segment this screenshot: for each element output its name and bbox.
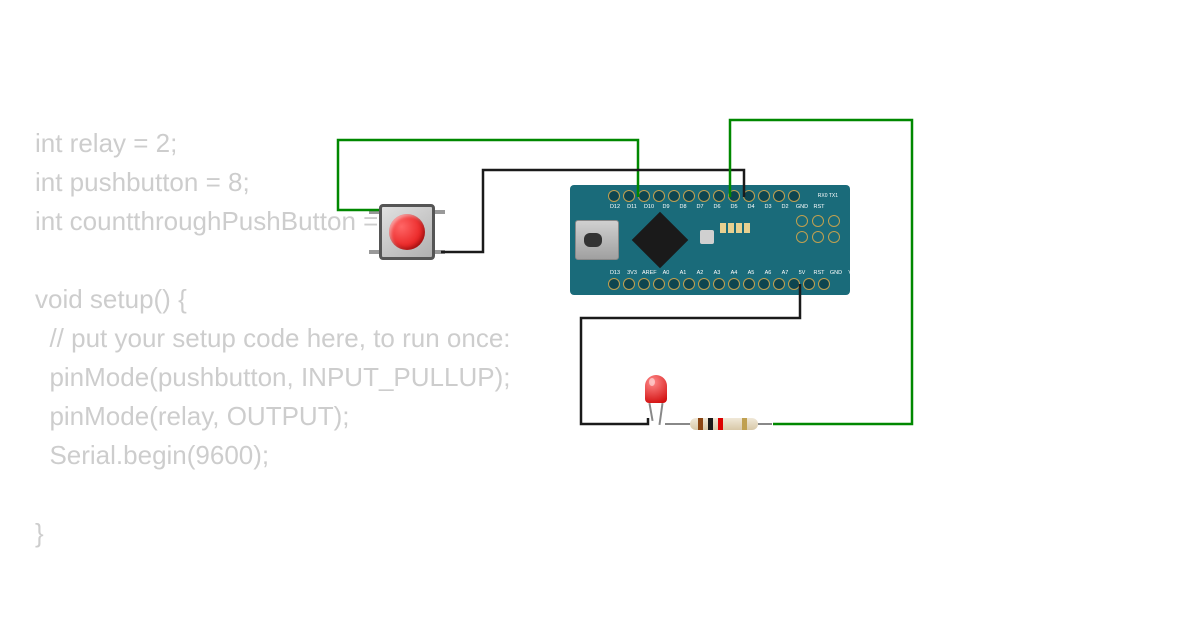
icsp-header [796,215,842,245]
resistor-band [718,418,723,430]
usb-connector [575,220,619,260]
resistor-band [742,418,747,430]
resistor-lead [676,423,690,425]
resistor-body [690,418,758,430]
pushbutton-cap [389,214,425,250]
pushbutton-leg [435,210,445,214]
led-cathode [648,403,653,421]
pushbutton-component[interactable] [375,200,439,264]
pin-header-bottom [608,278,830,290]
pushbutton-leg [369,210,379,214]
wire-black-led [581,284,800,424]
pin-labels-top: D12 D11 D10 D9 D8 D7 D6 D5 D4 D3 D2 GND … [608,204,826,210]
resistor-band [698,418,703,430]
wire-layer [0,0,1200,630]
resistor-component[interactable] [690,418,758,430]
microcontroller-chip [632,212,689,269]
led-anode [658,403,663,425]
pin-labels-bottom: D13 3V3 AREF A0 A1 A2 A3 A4 A5 A6 A7 5V … [608,270,860,276]
arduino-nano-board[interactable]: D12 D11 D10 D9 D8 D7 D6 D5 D4 D3 D2 GND … [570,185,850,295]
smd-components [720,223,750,233]
resistor-band [708,418,713,430]
pushbutton-leg [369,250,379,254]
reset-button [700,230,714,244]
pushbutton-leg [435,250,445,254]
serial-labels: RX0 TX1 [818,193,838,199]
led-bulb [645,375,667,403]
pin-header-top [608,190,800,202]
led-component[interactable] [645,375,667,403]
resistor-lead [758,423,772,425]
circuit-diagram: D12 D11 D10 D9 D8 D7 D6 D5 D4 D3 D2 GND … [0,0,1200,630]
